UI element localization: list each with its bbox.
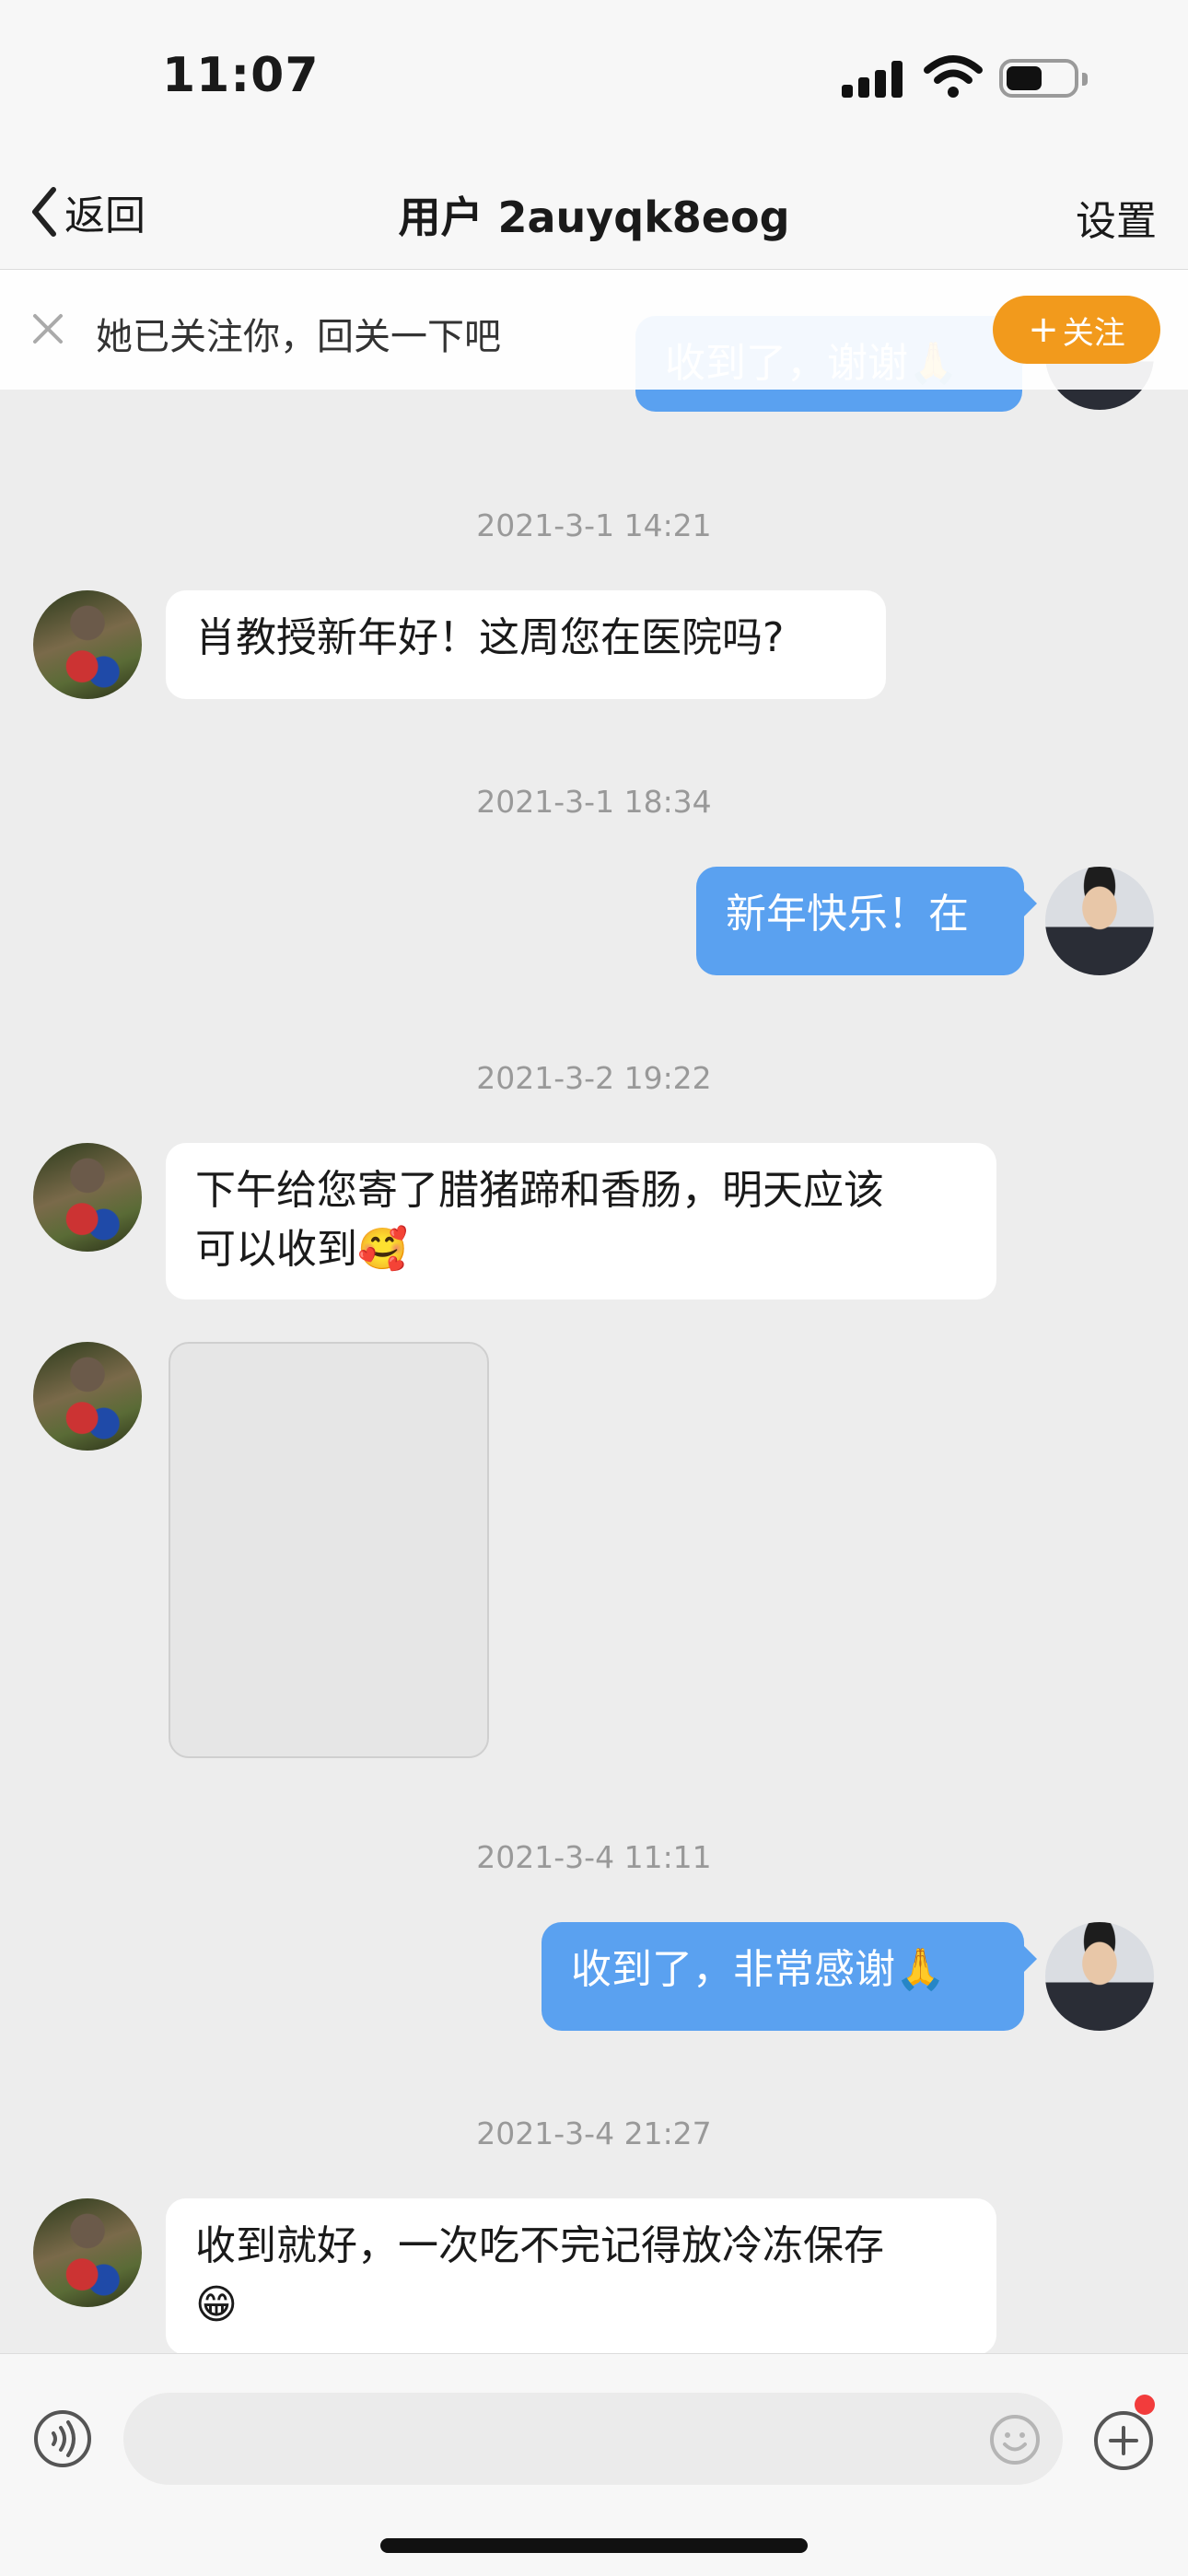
avatar[interactable] [33, 590, 142, 699]
plus-icon[interactable] [1092, 2409, 1155, 2472]
banner-text: 她已关注你，回关一下吧 [96, 316, 501, 358]
wifi-icon [924, 55, 983, 98]
avatar[interactable] [1045, 867, 1154, 975]
follow-banner: 她已关注你，回关一下吧 + 关注 [0, 270, 1188, 390]
message-line: 下午给您寄了腊猪蹄和香肠，明天应该 [195, 1167, 884, 1214]
chat-area[interactable]: 收到了，谢谢🙏 2021-3-1 14:21 肖教授新年好！这周您在医院吗? 2… [0, 270, 1188, 2353]
avatar[interactable] [33, 2198, 142, 2307]
status-time: 11:07 [162, 48, 320, 103]
nav-bar: 返回 用户 2auyqk8eog 设置 [0, 157, 1188, 270]
timestamp: 2021-3-4 11:11 [476, 1839, 712, 1875]
timestamp: 2021-3-1 14:21 [476, 507, 712, 543]
emoji-icon[interactable] [989, 2414, 1041, 2465]
settings-button[interactable]: 设置 [1076, 188, 1157, 247]
image-message[interactable] [169, 1342, 489, 1758]
signal-icon [842, 61, 906, 98]
battery-icon [999, 59, 1088, 98]
message-line: 收到就好，一次吃不完记得放冷冻保存 [195, 2222, 884, 2269]
message-bubble-incoming[interactable]: 肖教授新年好！这周您在医院吗? [166, 590, 886, 699]
message-bubble-incoming[interactable]: 下午给您寄了腊猪蹄和香肠，明天应该 可以收到🥰 [166, 1143, 996, 1300]
avatar[interactable] [1045, 1922, 1154, 2031]
home-indicator [380, 2538, 808, 2553]
message-input[interactable] [123, 2393, 1063, 2485]
avatar[interactable] [33, 1143, 142, 1252]
message-line: 😁 [195, 2281, 238, 2328]
voice-icon[interactable] [33, 2409, 92, 2468]
timestamp: 2021-3-2 19:22 [476, 1060, 712, 1096]
message-bubble-outgoing[interactable]: 收到了，非常感谢🙏 [542, 1922, 1037, 2031]
message-bubble-incoming[interactable]: 收到就好，一次吃不完记得放冷冻保存 😁 [166, 2198, 996, 2353]
notification-dot [1135, 2395, 1155, 2415]
message-bubble-outgoing[interactable]: 新年快乐！在 [696, 867, 1037, 975]
close-icon[interactable] [26, 307, 70, 351]
timestamp: 2021-3-1 18:34 [476, 784, 712, 820]
timestamp: 2021-3-4 21:27 [476, 2116, 712, 2151]
status-bar: 11:07 [0, 0, 1188, 157]
follow-button[interactable]: + 关注 [993, 296, 1160, 364]
page-title: 用户 2auyqk8eog [398, 192, 790, 242]
plus-icon: + [1028, 309, 1059, 351]
avatar[interactable] [33, 1342, 142, 1451]
message-line: 可以收到🥰 [195, 1226, 408, 1273]
follow-label: 关注 [1062, 314, 1125, 352]
